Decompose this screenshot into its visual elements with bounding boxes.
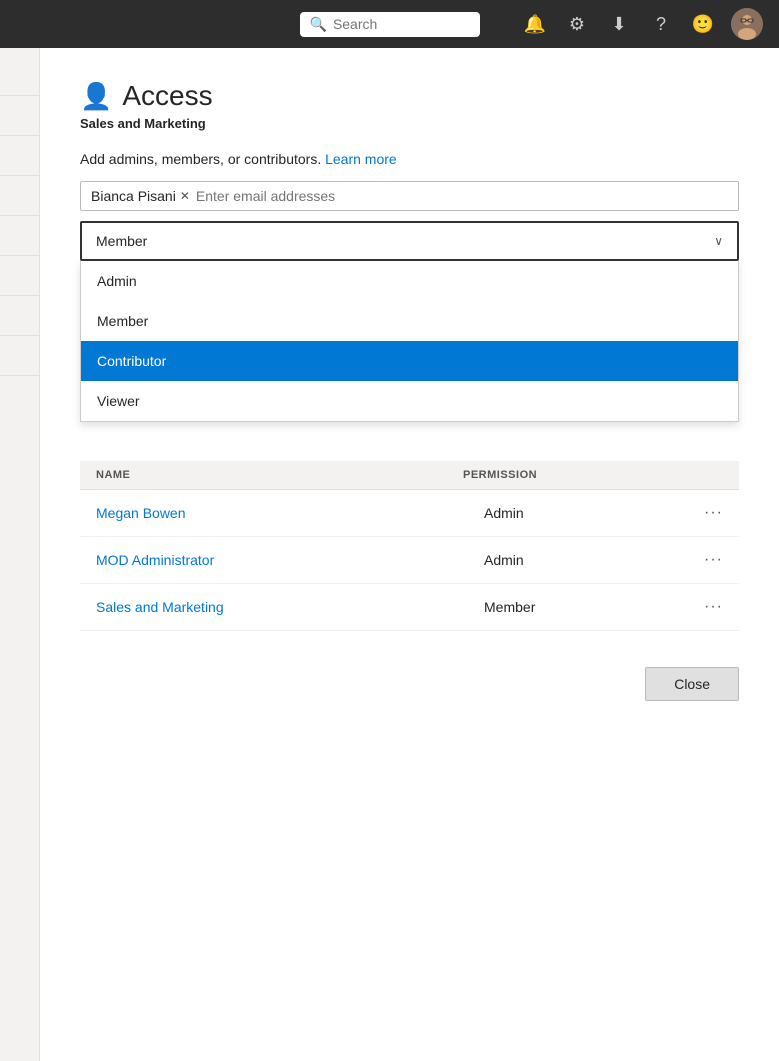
person-icon: 👤 — [80, 81, 112, 112]
role-dropdown-container: Member ∨ Admin Member Contributor Viewer — [80, 221, 739, 261]
search-box[interactable]: 🔍 — [300, 12, 480, 37]
sidebar-stub — [0, 48, 40, 1061]
avatar[interactable] — [731, 8, 763, 40]
sidebar-line — [0, 216, 40, 256]
email-tag: Bianca Pisani ✕ — [91, 188, 190, 204]
search-input[interactable] — [333, 16, 463, 32]
dropdown-item-member[interactable]: Member — [81, 301, 738, 341]
layout: 👤 Access Sales and Marketing Add admins,… — [0, 48, 779, 1061]
role-dropdown[interactable]: Member ∨ — [80, 221, 739, 261]
row-member-name: Megan Bowen — [96, 505, 484, 521]
row-menu-icon[interactable]: ··· — [704, 598, 723, 616]
gear-icon[interactable]: ⚙ — [563, 10, 591, 38]
dropdown-item-viewer[interactable]: Viewer — [81, 381, 738, 421]
dropdown-item-contributor[interactable]: Contributor — [81, 341, 738, 381]
email-input-row[interactable]: Bianca Pisani ✕ — [80, 181, 739, 211]
topbar: 🔍 🔔 ⚙ ⬇ ? 🙂 — [0, 0, 779, 48]
table-row[interactable]: Sales and Marketing Member ··· — [80, 584, 739, 631]
page-header: 👤 Access Sales and Marketing — [80, 80, 739, 131]
sidebar-line — [0, 256, 40, 296]
learn-more-link[interactable]: Learn more — [325, 151, 397, 167]
help-icon[interactable]: ? — [647, 10, 675, 38]
description-row: Add admins, members, or contributors. Le… — [80, 151, 739, 167]
sidebar-line — [0, 96, 40, 136]
col-header-permission: PERMISSION — [463, 469, 683, 481]
row-member-permission: Admin — [484, 505, 704, 521]
sidebar-line — [0, 176, 40, 216]
table-row[interactable]: Megan Bowen Admin ··· — [80, 490, 739, 537]
row-member-name: Sales and Marketing — [96, 599, 484, 615]
page-subtitle: Sales and Marketing — [80, 116, 206, 131]
col-header-name: NAME — [96, 469, 463, 481]
members-table: NAME PERMISSION Megan Bowen Admin ··· MO… — [80, 461, 739, 631]
email-tag-close-icon[interactable]: ✕ — [180, 189, 190, 203]
table-header: NAME PERMISSION — [80, 461, 739, 490]
row-member-name: MOD Administrator — [96, 552, 484, 568]
search-icon: 🔍 — [310, 16, 327, 33]
page-title-row: 👤 Access — [80, 80, 213, 112]
page-title: Access — [122, 80, 212, 112]
download-icon[interactable]: ⬇ — [605, 10, 633, 38]
footer: Close — [80, 651, 739, 709]
row-member-permission: Member — [484, 599, 704, 615]
dropdown-item-admin[interactable]: Admin — [81, 261, 738, 301]
chevron-down-icon: ∨ — [714, 234, 723, 248]
row-menu-icon[interactable]: ··· — [704, 551, 723, 569]
email-tag-label: Bianca Pisani — [91, 188, 176, 204]
feedback-icon[interactable]: 🙂 — [689, 10, 717, 38]
row-member-permission: Admin — [484, 552, 704, 568]
row-menu-icon[interactable]: ··· — [704, 504, 723, 522]
dropdown-selected-label: Member — [96, 233, 147, 249]
sidebar-line — [0, 56, 40, 96]
access-panel: 👤 Access Sales and Marketing Add admins,… — [40, 48, 779, 1061]
close-button[interactable]: Close — [645, 667, 739, 701]
topbar-icons: 🔔 ⚙ ⬇ ? 🙂 — [521, 8, 763, 40]
sidebar-line — [0, 336, 40, 376]
sidebar-line — [0, 136, 40, 176]
sidebar-line — [0, 296, 40, 336]
email-address-input[interactable] — [196, 188, 728, 204]
notification-icon[interactable]: 🔔 — [521, 10, 549, 38]
table-row[interactable]: MOD Administrator Admin ··· — [80, 537, 739, 584]
dropdown-menu: Admin Member Contributor Viewer — [80, 261, 739, 422]
description-text: Add admins, members, or contributors. — [80, 151, 321, 167]
